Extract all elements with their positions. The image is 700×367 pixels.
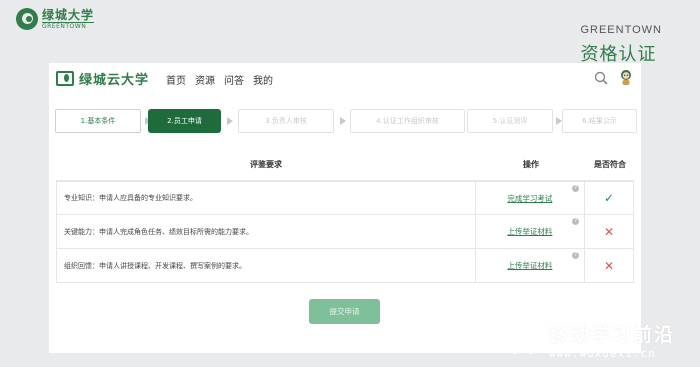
app-title: 绿城云大学 [79,73,150,88]
table-row: 组织回馈：申请人讲授课程、开发课程、撰写案例的要求。 上传举证材料 ? ✕ [56,249,634,283]
operation-cell: 上传举证材料 ? [476,249,586,282]
cross-icon: ✕ [604,258,615,273]
requirement-text: 专业知识：申请人应具备的专业知识要求。 [57,182,476,214]
app-panel: 绿城云大学 首页 资源 问答 我的 1.基本条件 2.员工申请 3.负责人审核 … [49,63,641,353]
table-row: 关键能力：申请人完成角色任务、绩效目标所需的能力要求。 上传举证材料 ? ✕ [56,215,634,249]
progress-stepper: 1.基本条件 2.员工申请 3.负责人审核 4.认证工作组织审核 5.认证测评 … [55,109,637,133]
slide-logo-cn: 绿城大学 [42,7,95,22]
slide-logo: 绿城大学 GREENTOWN [16,7,95,30]
search-icon[interactable] [594,71,608,85]
book-logo-icon [56,71,74,86]
slide-logo-en: GREENTOWN [42,21,95,30]
submit-application-button[interactable]: 提交申请 [309,299,380,324]
nav-item-qa[interactable]: 问答 [224,72,244,87]
cross-icon: ✕ [604,224,615,239]
watermark-url: www.wdxuexi.cn [549,347,656,360]
slide-brand: GREENTOWN 资格认证 [580,24,662,66]
operation-cell: 完成学习考试 ? [476,182,586,214]
step-result-publicity[interactable]: 6.结果公示 [562,109,637,133]
watermark: 移动学习前沿 www.wdxuexi.cn [503,320,675,360]
step-basic-conditions[interactable]: 1.基本条件 [55,109,141,133]
nav-item-home[interactable]: 首页 [166,72,186,87]
brand-en: GREENTOWN [580,24,662,36]
upload-evidence-link[interactable]: 上传举证材料 [507,260,552,271]
nav-menu: 首页 资源 问答 我的 [166,72,273,87]
step-manager-review[interactable]: 3.负责人审核 [238,109,334,133]
avatar-icon[interactable] [619,69,633,85]
watermark-logo-icon [507,326,538,354]
header-requirement: 评鉴要求 [250,160,282,169]
requirement-text: 关键能力：申请人完成角色任务、绩效目标所需的能力要求。 [57,215,476,248]
nav-item-resources[interactable]: 资源 [195,72,215,87]
help-icon[interactable]: ? [572,185,580,192]
requirement-text: 组织回馈：申请人讲授课程、开发课程、撰写案例的要求。 [57,249,476,282]
step-arrow-icon [340,117,346,125]
requirements-table: 评鉴要求 操作 是否符合 专业知识：申请人应具备的专业知识要求。 完成学习考试 … [56,149,634,283]
watermark-title: 移动学习前沿 [549,324,676,346]
help-icon[interactable]: ? [572,218,580,225]
nav-item-mine[interactable]: 我的 [253,72,273,87]
header-operation: 操作 [523,160,539,169]
upload-evidence-link[interactable]: 上传举证材料 [507,226,552,237]
table-header: 评鉴要求 操作 是否符合 [56,149,634,181]
header-meets: 是否符合 [594,160,626,169]
step-assessment[interactable]: 5.认证测评 [467,109,553,133]
check-icon: ✓ [604,191,615,205]
complete-exam-link[interactable]: 完成学习考试 [507,193,552,204]
top-nav: 绿城云大学 首页 资源 问答 我的 [49,63,641,95]
step-working-group-review[interactable]: 4.认证工作组织审核 [350,109,465,133]
table-row: 专业知识：申请人应具备的专业知识要求。 完成学习考试 ? ✓ [56,181,634,215]
greentown-logo-icon [16,8,38,30]
app-logo[interactable]: 绿城云大学 [56,69,149,88]
step-arrow-icon [227,117,233,125]
step-employee-application[interactable]: 2.员工申请 [148,109,221,133]
help-icon[interactable]: ? [572,252,580,259]
operation-cell: 上传举证材料 ? [476,215,586,248]
